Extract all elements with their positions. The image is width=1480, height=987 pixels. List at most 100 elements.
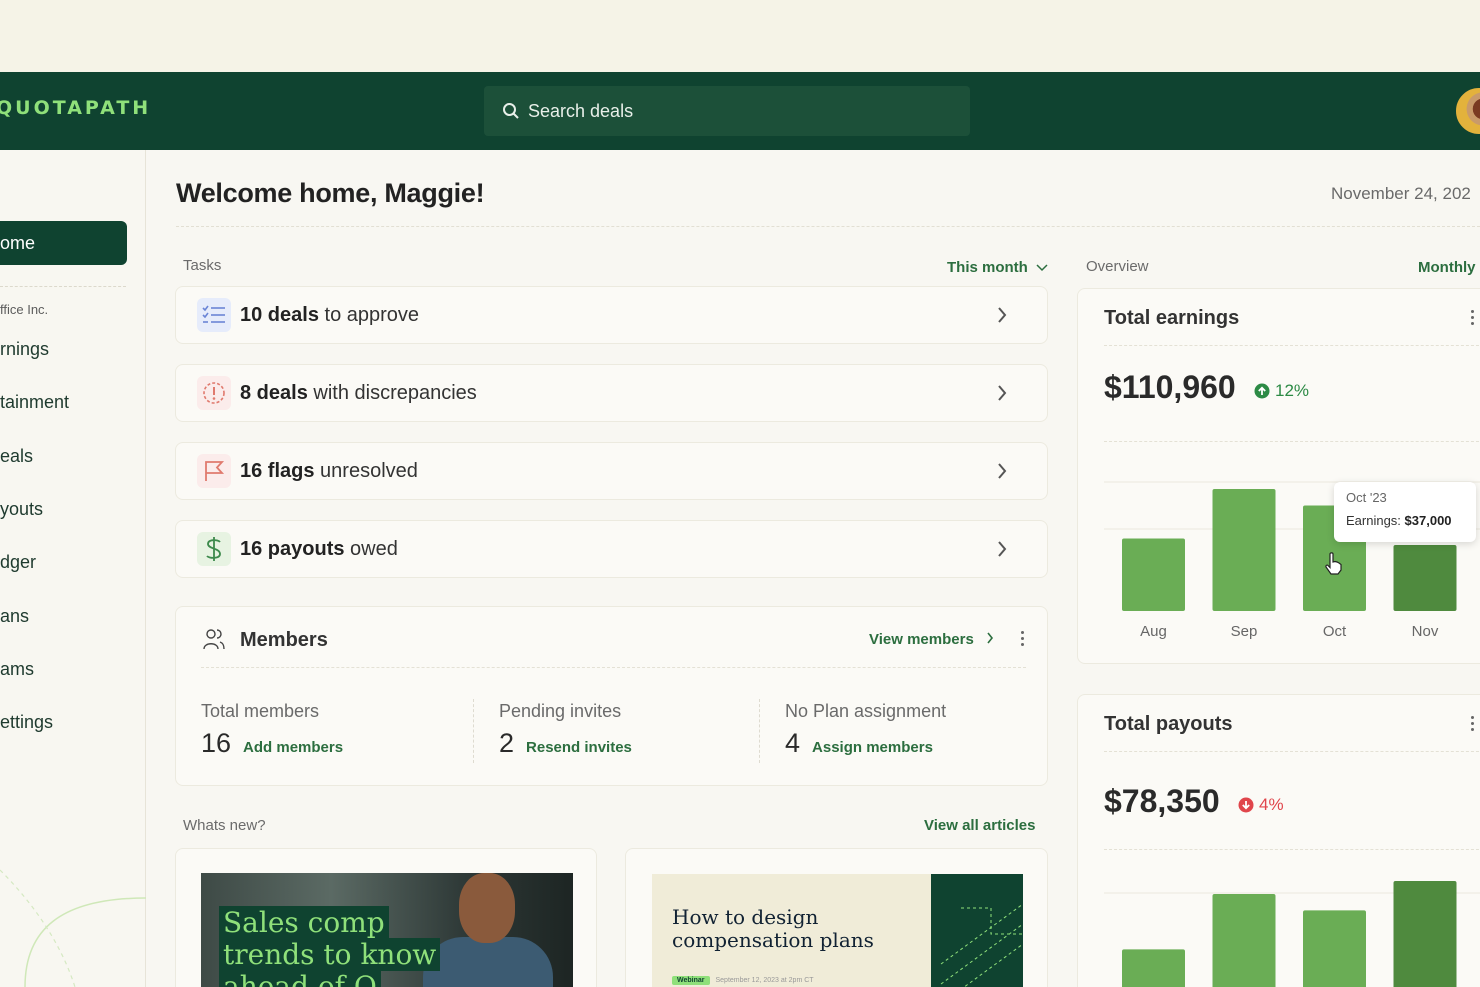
article-title-line: compensation plans (672, 928, 874, 952)
sidebar-item-home[interactable]: ome (0, 221, 127, 265)
article-title-line: How to design (672, 905, 819, 929)
view-all-articles-link[interactable]: View all articles (924, 817, 1035, 834)
search-icon (503, 103, 519, 119)
task-deals-to-approve[interactable]: 10 deals to approve (175, 286, 1048, 344)
tooltip-label: Earnings: (1346, 513, 1405, 528)
members-divider (201, 667, 1026, 668)
members-more-icon[interactable] (1021, 631, 1024, 646)
article-card-comp-plans[interactable]: How to design compensation plans Webinar… (625, 848, 1048, 987)
sidebar-divider (0, 286, 126, 287)
stat-value: 4 (785, 728, 801, 758)
top-strip (0, 0, 1480, 72)
task-flags-unresolved[interactable]: 16 flags unresolved (175, 442, 1048, 500)
view-members-label: View members (869, 631, 974, 648)
quotapath-logo[interactable]: QUOTAPATH (0, 97, 151, 119)
flag-icon (197, 454, 231, 488)
arrow-up-circle-icon (1254, 383, 1270, 399)
chevron-right-icon (998, 385, 1007, 401)
chart-bar-aug[interactable] (1122, 949, 1185, 987)
chart-bar-nov[interactable] (1393, 881, 1457, 987)
alert-icon (197, 376, 231, 410)
chart-tooltip: Oct '23 Earnings: $37,000 (1334, 482, 1476, 542)
sidebar-item-plans[interactable]: ans (0, 606, 29, 627)
payouts-more-icon[interactable] (1471, 716, 1474, 731)
members-card: Members View members Total members 16 Add… (175, 606, 1048, 786)
task-text: owed (344, 537, 398, 560)
overview-label: Overview (1086, 258, 1149, 275)
earnings-bar-chart: Aug Sep Oct Nov (1104, 481, 1480, 640)
tasks-label: Tasks (183, 257, 222, 274)
stat-value: 2 (499, 728, 515, 758)
card-divider (1104, 345, 1480, 346)
task-count: 10 deals (240, 303, 319, 326)
chart-tick-label: Oct (1323, 623, 1347, 640)
chevron-right-icon (987, 632, 993, 644)
article-title: How to design compensation plans (672, 906, 874, 952)
earnings-title: Total earnings (1104, 307, 1240, 329)
article-title-line: Sales comp (219, 906, 389, 939)
chart-bar-aug[interactable] (1122, 538, 1185, 611)
task-text: with discrepancies (307, 381, 477, 404)
members-title: Members (240, 629, 328, 651)
chart-bar-sep[interactable] (1212, 894, 1276, 987)
sidebar-item-earnings[interactable]: rnings (0, 339, 49, 360)
view-members-link[interactable]: View members (869, 631, 994, 648)
chevron-right-icon (998, 463, 1007, 479)
list-check-icon (197, 298, 231, 332)
stat-label: No Plan assignment (785, 701, 947, 721)
chevron-down-icon (1036, 264, 1048, 272)
article-image: Sales comp trends to know ahead of Q (201, 873, 573, 987)
chart-bar-nov[interactable] (1393, 545, 1457, 611)
sidebar-item-deals[interactable]: eals (0, 446, 33, 467)
article-meta: Webinar September 12, 2023 at 2pm CT (672, 976, 814, 985)
task-deals-discrepancies[interactable]: 8 deals with discrepancies (175, 364, 1048, 422)
article-art-panel (931, 874, 1024, 987)
payouts-bar-chart (1104, 881, 1480, 987)
task-count: 16 payouts (240, 537, 345, 560)
search-input[interactable]: Search deals (484, 86, 970, 136)
payouts-change: 4% (1259, 795, 1284, 814)
current-date: November 24, 202 (1331, 184, 1471, 203)
stat-total-members: Total members 16 Add members (201, 701, 343, 759)
overview-filter-dropdown[interactable]: Monthly (1418, 259, 1476, 276)
stat-divider (759, 699, 760, 763)
tooltip-month: Oct '23 (1346, 490, 1387, 505)
stairs-graphic (940, 903, 1024, 987)
earnings-value: $110,960 (1104, 369, 1236, 405)
chart-bar-oct[interactable] (1303, 910, 1366, 987)
chart-tick-label: Aug (1140, 623, 1167, 640)
task-text: to approve (318, 303, 420, 326)
tooltip-value: $37,000 (1404, 513, 1452, 528)
chevron-right-icon (998, 541, 1007, 557)
chart-tick-label: Nov (1412, 623, 1439, 640)
article-card-sales-comp[interactable]: Sales comp trends to know ahead of Q (175, 848, 597, 987)
sidebar-item-payouts[interactable]: youts (0, 499, 43, 520)
total-earnings-card: Total earnings $110,960 12% Aug Sep Oct Nov (1077, 288, 1480, 664)
sidebar-item-ledger[interactable]: dger (0, 552, 36, 573)
earnings-more-icon[interactable] (1471, 310, 1474, 325)
stat-label: Pending invites (499, 701, 622, 721)
stat-pending-invites: Pending invites 2 Resend invites (499, 701, 632, 759)
task-payouts-owed[interactable]: 16 payouts owed (175, 520, 1048, 578)
tasks-filter-label: This month (947, 259, 1028, 276)
earnings-change: 12% (1275, 381, 1310, 400)
sidebar-item-teams[interactable]: ams (0, 659, 34, 680)
webinar-tag: Webinar (672, 976, 710, 985)
search-placeholder: Search deals (528, 100, 634, 121)
stat-no-plan: No Plan assignment 4 Assign members (785, 701, 946, 759)
chevron-right-icon (998, 307, 1007, 323)
add-members-link[interactable]: Add members (243, 739, 343, 756)
card-divider (1104, 751, 1480, 752)
assign-members-link[interactable]: Assign members (812, 739, 933, 756)
resend-invites-link[interactable]: Resend invites (526, 739, 632, 756)
chart-bar-sep[interactable] (1212, 489, 1276, 611)
task-count: 16 flags (240, 459, 315, 482)
sidebar-item-settings[interactable]: ettings (0, 712, 53, 733)
tasks-filter-dropdown[interactable]: This month (947, 259, 1048, 276)
arrow-down-circle-icon (1238, 797, 1254, 813)
payouts-value: $78,350 (1104, 783, 1220, 819)
members-icon (203, 629, 225, 650)
sidebar-decoration (0, 869, 146, 987)
chart-tick-label: Sep (1231, 623, 1258, 640)
sidebar-item-attainment[interactable]: tainment (0, 392, 69, 413)
